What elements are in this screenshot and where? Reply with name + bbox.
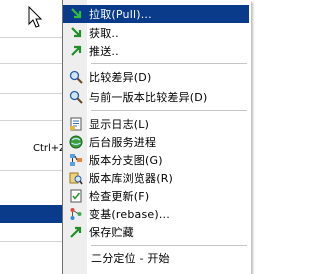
menu-separator: [0, 170, 70, 171]
fetch-icon: [68, 25, 84, 41]
menu-item-pull[interactable]: 拉取(Pull)...: [63, 5, 249, 23]
menu-item-label: 比较差异(D): [89, 71, 152, 84]
menu-item-show-log[interactable]: 显示日志(L): [63, 115, 249, 133]
menu-item-label: 与前一版本比较差异(D): [89, 91, 208, 104]
menu-item-label: 变基(rebase)...: [89, 208, 170, 221]
daemon-icon: [68, 134, 84, 150]
menu-separator: [91, 63, 247, 64]
menu-item-label: 拉取(Pull)...: [89, 8, 152, 21]
check-modifications-icon: [68, 188, 84, 204]
menu-item-bisect-start[interactable]: 二分定位 - 开始: [63, 249, 249, 267]
menu-item-revision-graph[interactable]: 版本分支图(G): [63, 151, 249, 169]
menu-item-label: 获取..: [89, 27, 119, 40]
menu-item-label: 后台服务进程: [89, 136, 157, 149]
parent-context-menu: Ctrl+Z: [0, 0, 71, 274]
pull-icon: [68, 6, 84, 22]
push-icon: [68, 43, 84, 59]
parent-menu-item-git-sync[interactable]: [0, 205, 70, 223]
menu-item-label: 二分定位 - 开始: [91, 252, 170, 265]
menu-separator: [0, 241, 70, 242]
menu-item-fetch[interactable]: 获取..: [63, 24, 249, 42]
menu-item-label: 版本分支图(G): [89, 154, 163, 167]
menu-item-label: 保存贮藏: [89, 226, 134, 239]
menu-separator: [0, 37, 70, 38]
menu-item-rebase[interactable]: 变基(rebase)...: [63, 205, 249, 223]
git-submenu: 拉取(Pull)... 获取.. 推送.. 比较差异(D) 与前一版本比较差异(…: [62, 0, 251, 274]
diff-icon: [68, 69, 84, 85]
menu-item-push[interactable]: 推送..: [63, 42, 249, 60]
menu-item-diff-previous[interactable]: 与前一版本比较差异(D): [63, 88, 249, 106]
menu-item-label: 版本库浏览器(R): [89, 172, 174, 185]
menu-separator: [0, 63, 70, 64]
menu-item-label: 显示日志(L): [89, 118, 150, 131]
menu-separator: [91, 245, 247, 246]
menu-item-label: 检查更新(F): [89, 190, 150, 203]
rebase-icon: [68, 206, 84, 222]
menu-item-diff[interactable]: 比较差异(D): [63, 68, 249, 86]
menu-item-label: 推送..: [89, 45, 119, 58]
menu-item-stash-save[interactable]: 保存贮藏: [63, 223, 249, 241]
revision-graph-icon: [68, 152, 84, 168]
menu-item-repo-browser[interactable]: 版本库浏览器(R): [63, 169, 249, 187]
mouse-pointer-icon: [28, 6, 43, 28]
menu-item-daemon[interactable]: 后台服务进程: [63, 133, 249, 151]
stash-save-icon: [68, 224, 84, 240]
repo-browser-icon: [68, 170, 84, 186]
menu-separator: [0, 93, 70, 94]
log-icon: [68, 116, 84, 132]
menu-separator: [0, 120, 70, 121]
menu-separator: [91, 110, 247, 111]
menu-item-check-for-modifications[interactable]: 检查更新(F): [63, 187, 249, 205]
diff-previous-icon: [68, 89, 84, 105]
